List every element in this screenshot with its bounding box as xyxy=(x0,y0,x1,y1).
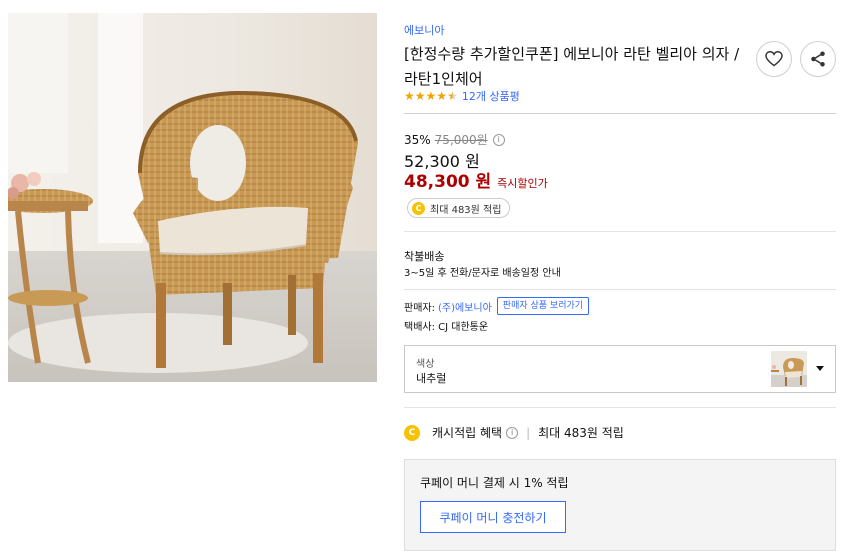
seller-products-button[interactable]: 판매자 상품 보러가기 xyxy=(496,297,590,315)
cash-reward-badge: C 최대 483원 적립 xyxy=(407,198,511,218)
divider xyxy=(404,407,836,408)
star-icon: ★ xyxy=(414,89,426,103)
divider xyxy=(404,289,836,290)
divider xyxy=(404,231,836,232)
discount-row: 35% 75,000원 i xyxy=(404,131,505,148)
cash-benefit-row: C 캐시적립 혜택 i | 최대 483원 적립 xyxy=(404,424,624,441)
heart-icon xyxy=(765,51,783,67)
coupay-charge-button[interactable]: 쿠페이 머니 충전하기 xyxy=(420,501,566,533)
option-label: 색상 xyxy=(416,359,435,370)
wishlist-button[interactable] xyxy=(756,41,792,77)
shipping-info: 3~5일 후 전화/문자로 배송일정 안내 xyxy=(404,268,561,279)
rating-row[interactable]: ★ ★ ★ ★ ★ 12개 상품평 xyxy=(404,88,520,104)
coupay-money-box: 쿠페이 머니 결제 시 1% 적립 쿠페이 머니 충전하기 xyxy=(404,459,836,551)
star-icon: ★ xyxy=(436,89,448,103)
info-icon[interactable]: i xyxy=(506,426,519,439)
seller-name-link[interactable]: (주)에보니아 xyxy=(438,299,492,314)
cash-coin-icon: C xyxy=(404,424,420,441)
instant-discount-label: 즉시할인가 xyxy=(497,177,548,190)
chevron-down-icon xyxy=(816,366,824,371)
share-button[interactable] xyxy=(800,41,836,77)
original-price: 75,000원 xyxy=(434,133,488,147)
separator: | xyxy=(526,425,531,440)
brand-link[interactable]: 에보니아 xyxy=(404,22,444,38)
info-icon[interactable]: i xyxy=(492,133,505,146)
seller-row: 판매자: (주)에보니아 판매자 상품 보러가기 xyxy=(404,297,590,315)
product-title: [한정수량 추가할인쿠폰] 에보니아 라탄 벨리아 의자 / 라탄1인체어 xyxy=(404,45,740,88)
coupay-money-text: 쿠페이 머니 결제 시 1% 적립 xyxy=(420,476,569,490)
discount-rate: 35% xyxy=(404,132,431,147)
shipping-type: 착불배송 xyxy=(404,250,445,263)
half-star-icon: ★ xyxy=(447,89,458,103)
divider xyxy=(404,113,836,114)
seller-label: 판매자: xyxy=(404,302,435,314)
share-icon xyxy=(811,51,825,67)
option-thumbnail xyxy=(771,351,807,387)
cash-benefit-title: 캐시적립 혜택 xyxy=(432,426,503,440)
option-value: 내추럴 xyxy=(416,372,447,385)
instant-discount-row: 48,300 원 즉시할인가 xyxy=(404,167,548,192)
courier-info: 택배사: CJ 대한통운 xyxy=(404,322,489,333)
product-info-panel: 에보니아 [한정수량 추가할인쿠폰] 에보니아 라탄 벨리아 의자 / 라탄1인… xyxy=(404,0,837,551)
instant-discount-price: 48,300 원 xyxy=(404,172,492,192)
cash-benefit-detail: 최대 483원 적립 xyxy=(538,426,624,440)
review-count-link[interactable]: 12개 상품평 xyxy=(462,88,520,104)
color-option-select[interactable]: 색상 내추럴 xyxy=(404,345,836,393)
cash-reward-text: 최대 483원 적립 xyxy=(430,204,502,216)
star-icon: ★ xyxy=(425,89,437,103)
rating-stars: ★ ★ ★ ★ ★ xyxy=(404,89,458,103)
product-main-image[interactable] xyxy=(8,13,377,382)
cash-coin-icon: C xyxy=(412,201,425,215)
star-icon: ★ xyxy=(404,89,415,103)
